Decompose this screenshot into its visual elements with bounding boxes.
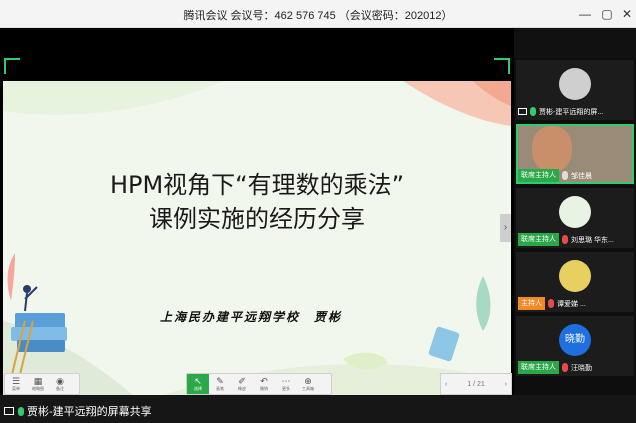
- page-indicator: 1 / 21: [467, 380, 485, 388]
- participant-tile[interactable]: 晓勤 联席主持人 汪晓勤: [516, 316, 634, 376]
- mic-muted-icon: [562, 235, 568, 244]
- title-bar: 腾讯会议 会议号：462 576 745 （会议密码：202012） — ▢ ✕: [0, 0, 636, 28]
- mic-muted-icon: [548, 299, 554, 308]
- participant-name: 邹佳晨: [571, 172, 592, 180]
- eraser-button[interactable]: ✐ 橡皮: [231, 374, 253, 394]
- close-icon[interactable]: ✕: [616, 3, 636, 25]
- toolbar-center: ↖ 选择 ✎ 画笔 ✐ 橡皮 ↶ 撤销 ⋯ 更多 ⊕ 工具箱: [186, 373, 332, 395]
- restore-icon[interactable]: ▢: [596, 3, 618, 25]
- undo-button[interactable]: ↶ 撤销: [253, 374, 275, 394]
- more-button[interactable]: ⋯ 更多: [275, 374, 297, 394]
- select-button[interactable]: ↖ 选择: [187, 374, 209, 394]
- prev-page-button[interactable]: ‹: [445, 381, 447, 388]
- undo-icon: ↶: [260, 376, 268, 386]
- participant-sidebar: 贾彬-建平远翔的屏... 联席主持人 邹佳晨 联席主持人 刘思璐 华东... 主…: [514, 58, 636, 395]
- more-icon: ⋯: [281, 376, 291, 386]
- toolbar-left: ☰ 菜单 ▦ 缩略图 ◉ 备注: [4, 373, 80, 395]
- tools-button[interactable]: ⊕ 工具箱: [297, 374, 319, 394]
- participant-tile[interactable]: 联席主持人 刘思璐 华东...: [516, 188, 634, 248]
- role-badge: 联席主持人: [518, 233, 559, 246]
- avatar: [559, 196, 591, 228]
- participant-name: 汪晓勤: [571, 364, 592, 372]
- pen-button[interactable]: ✎ 画笔: [209, 374, 231, 394]
- slide-title-line-1: HPM视角下“有理数的乘法”: [109, 171, 405, 199]
- notes-icon: ◉: [56, 376, 64, 386]
- frame-corner-top-left: [4, 58, 20, 74]
- mic-icon: [562, 171, 568, 180]
- eraser-icon: ✐: [238, 376, 246, 386]
- select-icon: ↖: [194, 376, 202, 386]
- participant-tile[interactable]: 主持人 谭爱娣 ...: [516, 252, 634, 312]
- participant-name: 贾彬-建平远翔的屏...: [539, 108, 604, 116]
- avatar: 晓勤: [559, 324, 591, 356]
- slide-next-arrow-icon[interactable]: ›: [500, 214, 511, 242]
- slide-title-line-2: 课例实施的经历分享: [149, 205, 365, 233]
- role-badge: 联席主持人: [518, 169, 559, 182]
- screen-share-label: 贾彬-建平远翔的屏幕共享: [27, 406, 152, 418]
- screen-share-icon: [4, 407, 14, 415]
- thumbnail-button[interactable]: ▦ 缩略图: [27, 374, 49, 394]
- slide-decoration: [3, 81, 511, 395]
- pen-icon: ✎: [216, 376, 224, 386]
- participant-tile[interactable]: 贾彬-建平远翔的屏...: [516, 60, 634, 120]
- mic-muted-icon: [562, 363, 568, 372]
- minimize-icon[interactable]: —: [574, 3, 596, 25]
- slide-pager: ‹ 1 / 21 ›: [440, 373, 512, 395]
- thumbnail-icon: ▦: [33, 376, 43, 386]
- bottom-status-bar: 贾彬-建平远翔的屏幕共享: [0, 395, 636, 423]
- participant-tile[interactable]: 联席主持人 邹佳晨: [516, 124, 634, 184]
- menu-icon: ☰: [11, 376, 21, 386]
- window-title: 腾讯会议 会议号：462 576 745 （会议密码：202012）: [183, 10, 453, 22]
- notes-button[interactable]: ◉ 备注: [49, 374, 71, 394]
- avatar: [559, 68, 591, 100]
- mic-on-icon: [530, 107, 536, 116]
- slide-author: 上海民办建平远翔学校 贾彬: [160, 310, 343, 324]
- role-badge: 联席主持人: [518, 361, 559, 374]
- participant-name: 刘思璐 华东...: [571, 236, 614, 244]
- video-face: [532, 126, 572, 172]
- frame-corner-top-right: [494, 58, 510, 74]
- role-badge: 主持人: [518, 297, 545, 310]
- screen-share-stage: HPM视角下“有理数的乘法” 课例实施的经历分享 上海民办建平远翔学校 贾彬 ›…: [0, 28, 514, 395]
- tools-icon: ⊕: [304, 376, 312, 386]
- menu-button[interactable]: ☰ 菜单: [5, 374, 27, 394]
- screen-share-icon: [518, 108, 527, 115]
- participant-name: 谭爱娣 ...: [557, 300, 586, 308]
- presentation-slide: HPM视角下“有理数的乘法” 课例实施的经历分享 上海民办建平远翔学校 贾彬 ›: [3, 81, 511, 395]
- next-page-button[interactable]: ›: [505, 381, 507, 388]
- avatar: [559, 260, 591, 292]
- mic-on-icon: [18, 406, 24, 416]
